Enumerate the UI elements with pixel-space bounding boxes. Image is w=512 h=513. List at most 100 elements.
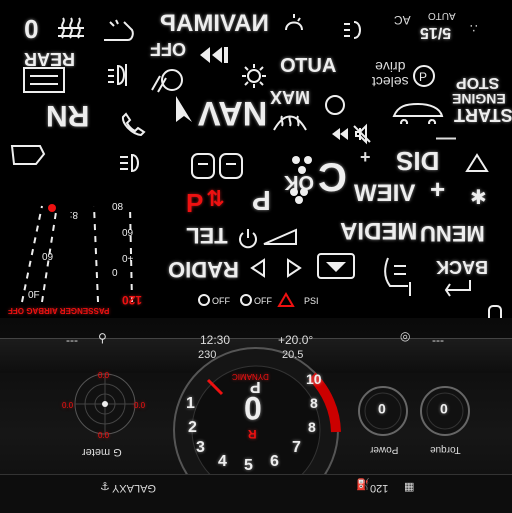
svg-text:09: 09 (122, 228, 134, 239)
left-readout: --- (66, 333, 78, 347)
passenger-airbag-label: PASSENGER AIRBAG OFF (8, 306, 110, 315)
speed-left-value: 230 (198, 349, 217, 361)
svg-text:OFF: OFF (254, 296, 272, 306)
nav-arrow-icon (174, 94, 194, 124)
seat-heat-icon (146, 64, 186, 96)
return-arrow-icon (440, 278, 476, 300)
low-beam-icon (118, 152, 152, 174)
power-icon (236, 226, 260, 250)
rear-window-heat-icon (20, 64, 68, 100)
svg-text:08: 08 (112, 202, 124, 213)
range-value: 120 (370, 482, 389, 494)
speed-right-value: 20.5 (282, 349, 304, 361)
light-auto-icon (240, 62, 268, 90)
seek-icon (198, 44, 232, 66)
warning-icons-row: OFF OFF PSI (196, 292, 336, 308)
max-defrost-icon (270, 106, 310, 136)
range-unit-icon: ▦ (404, 481, 415, 493)
radio-label: RADIO (168, 257, 239, 282)
voice-command-icon (280, 10, 308, 38)
select-drive-label: select drive (372, 58, 409, 89)
massage-seat-icon (380, 254, 416, 300)
back-arrow-c: C (318, 156, 347, 200)
headlight-icons (340, 16, 380, 44)
triangle-up-icon (464, 152, 490, 174)
circle-icon (322, 92, 348, 118)
stop-label: STOP (456, 74, 500, 91)
zero-label: 0 (24, 14, 39, 44)
media-label: MEDIA (340, 217, 418, 244)
p-label: P (252, 185, 271, 216)
prev-next-icon (250, 258, 302, 278)
dial-num-5: 5 (244, 457, 253, 474)
speed-value: 0 (244, 390, 262, 426)
svg-text:09: 09 (42, 252, 54, 263)
ac-label: AC (394, 13, 411, 27)
asterisk-label: ✱ (470, 187, 487, 209)
power-label: Power (370, 444, 399, 455)
plus-button: + (360, 147, 371, 167)
mute-seek-icon (330, 122, 380, 146)
torque-label: Torque (430, 444, 461, 455)
drive-text: drive (375, 58, 406, 75)
svg-text:0+: 0+ (122, 254, 134, 265)
galaxy-icon: ⚓ (100, 481, 110, 493)
windshield-washer-icon (100, 16, 138, 44)
door-ajar-icon (6, 140, 48, 168)
speed-small-label: 120 (122, 293, 143, 307)
fuel-icon: ⛽ (356, 479, 370, 491)
phone-icon (120, 110, 146, 136)
minus-button: — (436, 127, 456, 149)
right-readout: --- (432, 333, 444, 347)
dial-num-8a: 8 (310, 395, 318, 411)
p-red-arrows: ⇅ (206, 186, 225, 211)
seat-buttons-icon (190, 150, 246, 184)
off-label: OFF (150, 39, 186, 59)
start-label: START (454, 105, 512, 125)
rear-defrost-icon (54, 14, 88, 42)
dial-num-4: 4 (218, 453, 227, 470)
auto-label: AUTO (280, 55, 337, 77)
degree-small-label: 5/15 (420, 24, 452, 41)
svg-text:8:: 8: (70, 209, 78, 220)
galaxy-label: GALAXY (112, 482, 157, 494)
svg-text:0F: 0F (28, 290, 40, 301)
dial-num-1: 1 (186, 395, 195, 412)
dial-num-2: 2 (188, 419, 197, 436)
car-silhouette-icon (390, 98, 446, 124)
gmeter-bottom: 0.0 (98, 431, 110, 440)
wrench-icon: ⚲ (98, 331, 107, 345)
navimap-label: NAVIMAP (160, 10, 269, 37)
screen-icon (316, 252, 356, 282)
auto-small-label: AUTO (428, 10, 456, 21)
dial-num-10: 10 (306, 371, 322, 387)
svg-text:OFF: OFF (212, 296, 230, 306)
fan-indicator: ∴ (470, 21, 478, 35)
max-label: MAX (270, 87, 310, 107)
gear-bottom: R (248, 427, 257, 441)
parking-brake-icon: P (408, 62, 440, 90)
nav-label: NAV (198, 94, 268, 132)
wedge-icon (262, 226, 298, 248)
p-red-label: P (186, 188, 204, 218)
gmeter-right: 0.0 (134, 401, 146, 410)
ok-label: OK (284, 171, 314, 193)
svg-text:PSI: PSI (304, 296, 319, 306)
svg-text:0: 0 (112, 268, 118, 279)
power-value: 0 (378, 401, 386, 417)
menu-label: MENU (420, 221, 485, 246)
dial-num-3: 3 (196, 439, 205, 456)
dial-num-8b: 8 (308, 419, 316, 435)
gmeter-left: 0.0 (62, 401, 74, 410)
back-label: BACK (436, 257, 488, 277)
g-meter-label: G meter (82, 446, 122, 458)
dis-label: DIS (396, 146, 440, 176)
select-text: select (372, 73, 409, 90)
tel-label: TEL (186, 223, 228, 248)
view-label: VIEW (354, 180, 416, 207)
rn-label: RN (46, 99, 90, 132)
plus-label: + (430, 174, 446, 204)
cluster-bottom-bar (0, 474, 512, 513)
torque-value: 0 (440, 401, 448, 417)
fog-light-icon (104, 62, 134, 88)
